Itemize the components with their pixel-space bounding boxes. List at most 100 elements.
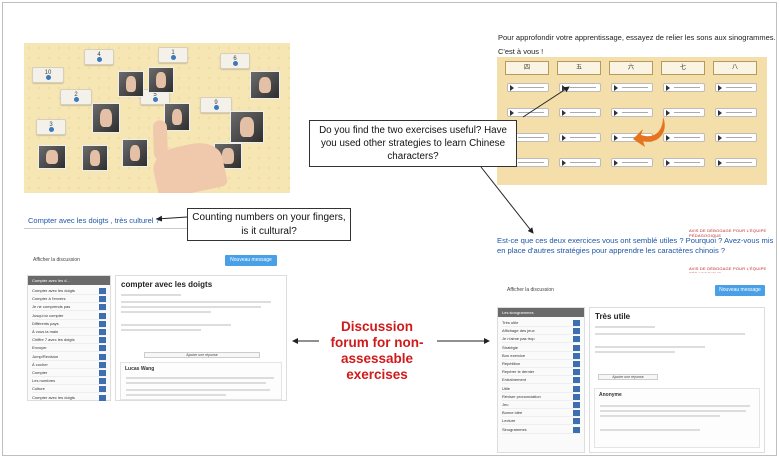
hand-photo[interactable] (122, 139, 148, 167)
hand-photo[interactable] (148, 67, 174, 93)
hand-icon (46, 149, 58, 165)
sidebar-item[interactable]: Stratégie (502, 344, 580, 352)
add-reply-button[interactable]: Ajouter une réponse (598, 374, 658, 380)
sidebar-item[interactable]: Envoyer (32, 345, 106, 353)
sidebar-filter[interactable]: Compter avec les d... (28, 276, 110, 285)
hand-photo[interactable] (82, 145, 108, 171)
audio-player[interactable] (715, 158, 757, 167)
sidebar-item[interactable]: À vous la main (32, 329, 106, 336)
audio-player[interactable] (559, 83, 601, 92)
text-placeholder (121, 301, 271, 303)
hand-photo[interactable] (38, 145, 66, 169)
hand-photo[interactable] (164, 103, 190, 131)
sidebar-item-label: Jeu (502, 402, 509, 407)
count-badge (573, 352, 580, 359)
audio-player[interactable] (715, 83, 757, 92)
sidebar-item[interactable]: Bonne idée (502, 410, 580, 418)
audio-player[interactable] (611, 158, 653, 167)
instruction-line: Pour approfondir votre apprentissage, es… (498, 33, 776, 42)
sidebar-item[interactable]: Culture (32, 386, 106, 394)
number-card[interactable]: 4 (84, 49, 114, 65)
hand-photo[interactable] (118, 71, 144, 97)
audio-player[interactable] (611, 83, 653, 92)
discussion-topic-link[interactable]: Compter avec les doigts , très culturel … (28, 216, 160, 225)
sidebar-item[interactable]: Jump/Revision (32, 353, 106, 361)
character-cell[interactable]: 六 (609, 61, 653, 75)
sidebar-filter[interactable]: Les sinogrammes (498, 308, 584, 317)
sidebar-item[interactable]: Entraînement (502, 377, 580, 385)
sidebar-item[interactable]: Compter (32, 370, 106, 377)
new-message-button[interactable]: Nouveau message (225, 255, 277, 266)
count-badge (99, 337, 106, 344)
audio-player[interactable] (715, 108, 757, 117)
text-placeholder (121, 306, 261, 308)
forum-label: Discussion forum for non-assessable exer… (330, 319, 424, 382)
sidebar-item[interactable]: Bon exercice (502, 352, 580, 360)
number-card[interactable]: 2 (60, 89, 92, 105)
sidebar-item[interactable]: Très utile (502, 320, 580, 327)
sidebar-item[interactable]: Jusqu'où compter (32, 312, 106, 320)
sidebar-item[interactable]: Repérer le dernier (502, 369, 580, 377)
number-card[interactable]: 10 (32, 67, 64, 83)
sidebar-item[interactable]: À cocher (32, 361, 106, 369)
show-discussion-link[interactable]: Afficher la discussion (33, 257, 80, 263)
add-reply-button[interactable]: Ajouter une réponse (144, 352, 260, 358)
sidebar-item[interactable]: Utile (502, 385, 580, 393)
sidebar-item-label: Sinogrammes (502, 426, 527, 432)
character-cell[interactable]: 七 (661, 61, 705, 75)
discussion-question-link[interactable]: Est-ce que ces deux exercices vous ont s… (497, 236, 776, 256)
sidebar-item[interactable]: Les nombres (32, 378, 106, 386)
character-cell[interactable]: 四 (505, 61, 549, 75)
text-placeholder (595, 351, 675, 353)
sidebar-item[interactable]: Lecture (502, 418, 580, 426)
new-message-button[interactable]: Nouveau message (715, 285, 765, 296)
pin-icon (214, 105, 219, 110)
sidebar-item[interactable]: Compter avec les doigts (32, 288, 106, 295)
sidebar-item[interactable]: Chiffre 7 avec les doigts (32, 337, 106, 345)
sidebar-item[interactable]: Répétition (502, 361, 580, 368)
sidebar-item[interactable]: Sinogrammes (502, 426, 580, 434)
audio-player[interactable] (663, 108, 705, 117)
sidebar-item[interactable]: Compter à l'envers (32, 296, 106, 304)
sidebar-item[interactable]: Je ne comprends pas (32, 304, 106, 312)
audio-player[interactable] (507, 83, 549, 92)
character-cell[interactable]: 五 (557, 61, 601, 75)
forum-sidebar: Les sinogrammes Très utile Affichage des … (497, 307, 585, 453)
count-badge (99, 345, 106, 352)
hand-icon (89, 150, 101, 166)
sidebar-item[interactable]: Affichage des jeux (502, 328, 580, 336)
audio-player[interactable] (663, 133, 705, 142)
audio-player[interactable] (559, 133, 601, 142)
number-card[interactable]: 9 (200, 97, 232, 113)
count-badge (573, 377, 580, 384)
number-card[interactable]: 6 (220, 53, 250, 69)
audio-player[interactable] (507, 108, 549, 117)
hand-photo[interactable] (230, 111, 264, 143)
finger-counting-game[interactable]: 4 1 6 10 2 5 9 3 (24, 43, 290, 193)
show-discussion-link[interactable]: Afficher la discussion (507, 287, 554, 293)
audio-player[interactable] (715, 133, 757, 142)
sidebar-item[interactable]: Jeu (502, 402, 580, 409)
sound-character-matching-game[interactable]: 四 五 六 七 八 (497, 57, 767, 185)
text-placeholder (126, 377, 274, 379)
hand-photo[interactable] (92, 103, 120, 133)
sidebar-item[interactable]: Réviser prononciation (502, 393, 580, 401)
sidebar-item-label: Utile (502, 385, 511, 391)
count-badge (99, 320, 106, 327)
sidebar-item-label: Très utile (502, 320, 519, 325)
audio-player[interactable] (663, 158, 705, 167)
pin-icon (49, 127, 54, 132)
audio-player[interactable] (663, 83, 705, 92)
text-placeholder (121, 329, 201, 331)
pin-icon (233, 61, 238, 66)
sidebar-item-label: Compter avec les doigts (32, 394, 75, 400)
sidebar-item[interactable]: Je n'aime pas trop (502, 336, 580, 344)
character-cell[interactable]: 八 (713, 61, 757, 75)
number-card[interactable]: 1 (158, 47, 188, 63)
sidebar-item[interactable]: Différents pays (32, 320, 106, 328)
number-card[interactable]: 3 (36, 119, 66, 135)
hand-photo[interactable] (250, 71, 280, 99)
audio-player[interactable] (559, 108, 601, 117)
sidebar-item[interactable]: Compter avec les doigts (32, 394, 106, 401)
audio-player[interactable] (559, 158, 601, 167)
